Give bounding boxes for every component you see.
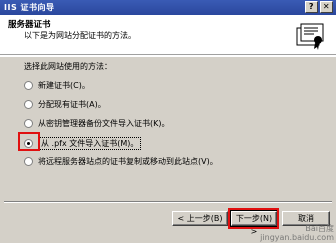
title-bar-controls: ? ✕ xyxy=(305,1,333,13)
option-label: 将远程服务器站点的证书复制或移动到此站点(V)。 xyxy=(38,157,218,166)
certificate-icon xyxy=(296,23,324,50)
wizard-header: 服务器证书 以下是为网站分配证书的方法。 xyxy=(0,15,336,55)
window-title: IIS 证书向导 xyxy=(4,3,55,12)
option-label: 分配现有证书(A)。 xyxy=(38,100,106,109)
option-assign-existing[interactable]: 分配现有证书(A)。 xyxy=(24,99,106,110)
option-label: 从 .pfx 文件导入证书(M)。 xyxy=(38,137,142,150)
watermark-url: jingyan.baidu.com xyxy=(260,233,334,242)
option-label: 从密钥管理器备份文件导入证书(K)。 xyxy=(38,119,170,128)
radio-import-key-manager[interactable] xyxy=(24,119,33,128)
page-subtitle: 以下是为网站分配证书的方法。 xyxy=(24,31,136,40)
option-import-pfx[interactable]: 从 .pfx 文件导入证书(M)。 xyxy=(24,137,142,150)
method-prompt: 选择此网站使用的方法： xyxy=(24,62,112,71)
watermark-logo: Bai百度 xyxy=(305,224,334,233)
back-button[interactable]: < 上一步(B) xyxy=(172,211,228,226)
title-bar: IIS 证书向导 ? ✕ xyxy=(0,0,336,15)
highlight-box-radio xyxy=(18,132,40,151)
option-copy-remote[interactable]: 将远程服务器站点的证书复制或移动到此站点(V)。 xyxy=(24,156,218,167)
close-button[interactable]: ✕ xyxy=(320,1,333,13)
radio-copy-remote[interactable] xyxy=(24,157,33,166)
watermark: Bai百度 jingyan.baidu.com xyxy=(260,224,334,242)
wizard-body: 选择此网站使用的方法： 新建证书(C)。 分配现有证书(A)。 从密钥管理器备份… xyxy=(0,56,336,243)
option-import-key-manager[interactable]: 从密钥管理器备份文件导入证书(K)。 xyxy=(24,118,170,129)
radio-new-certificate[interactable] xyxy=(24,81,33,90)
help-button[interactable]: ? xyxy=(305,1,318,13)
radio-assign-existing[interactable] xyxy=(24,100,33,109)
page-title: 服务器证书 xyxy=(8,20,51,30)
option-label: 新建证书(C)。 xyxy=(38,81,90,90)
footer-separator xyxy=(4,201,332,203)
option-new-certificate[interactable]: 新建证书(C)。 xyxy=(24,80,90,91)
